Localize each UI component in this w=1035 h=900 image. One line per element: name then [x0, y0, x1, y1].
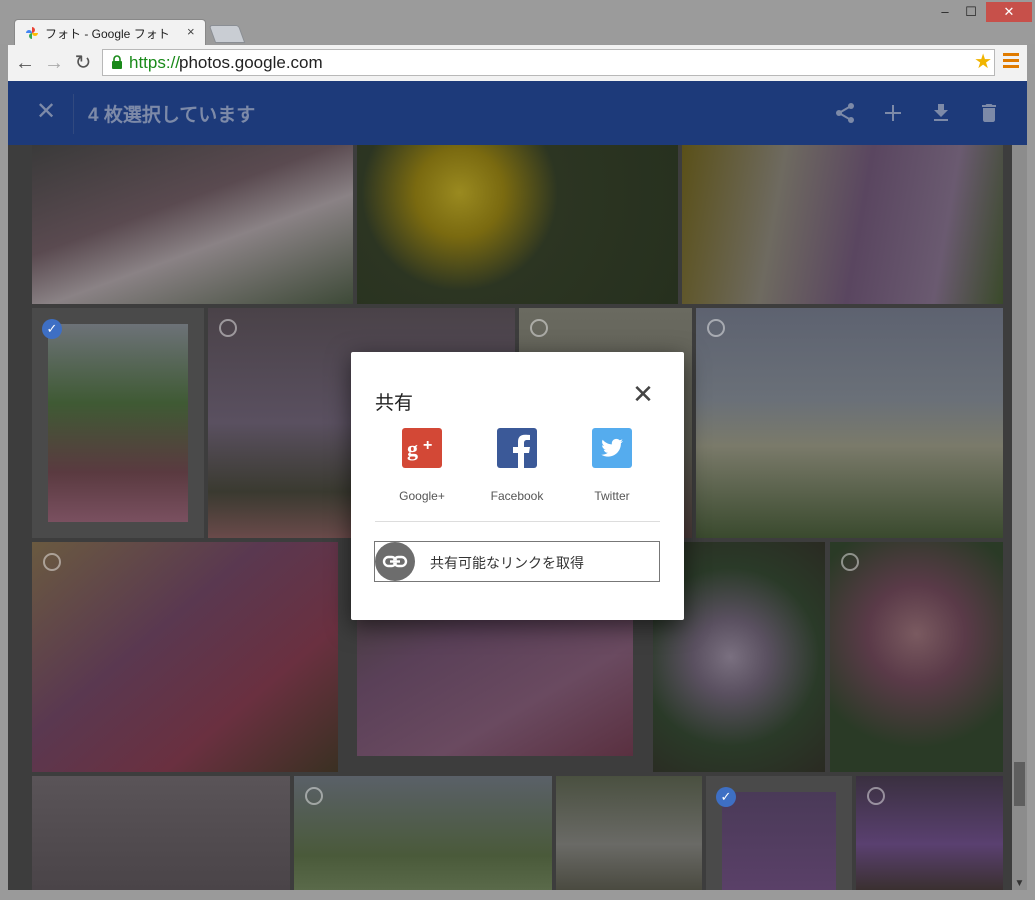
svg-text:+: + — [423, 437, 432, 454]
share-twitter-button[interactable]: Twitter — [572, 428, 652, 503]
address-bar[interactable]: https:// photos.google.com ★ — [102, 49, 995, 76]
photo-tile[interactable] — [556, 776, 702, 890]
minimize-button[interactable]: ‒ — [932, 2, 958, 22]
photo-tile[interactable] — [357, 145, 678, 304]
share-option-label: Twitter — [594, 489, 630, 503]
photo-tile[interactable] — [32, 542, 338, 772]
get-link-label: 共有可能なリンクを取得 — [430, 555, 584, 571]
share-option-label: Facebook — [490, 489, 544, 503]
share-icon[interactable] — [833, 101, 857, 125]
share-option-label: Google+ — [399, 489, 445, 503]
select-circle-icon[interactable] — [867, 787, 885, 805]
get-shareable-link-button[interactable]: 共有可能なリンクを取得 — [374, 541, 660, 582]
photo-tile[interactable] — [696, 308, 1003, 538]
share-dialog: 共有 ✕ g + Google+ Facebook Twitter 共有可能なリ… — [351, 352, 684, 620]
selected-check-icon[interactable]: ✓ — [42, 319, 62, 339]
tab-close-icon[interactable]: × — [187, 24, 195, 39]
select-circle-icon[interactable] — [43, 553, 61, 571]
tab-title: フォト - Google フォト — [45, 27, 170, 41]
url-scheme: https:// — [129, 53, 181, 72]
back-arrow-icon[interactable]: ← — [14, 52, 36, 74]
svg-text:g: g — [407, 436, 418, 461]
close-icon[interactable]: ✕ — [631, 381, 655, 407]
forward-arrow-icon[interactable]: → — [43, 52, 65, 74]
link-icon — [375, 542, 415, 581]
bookmark-star-icon[interactable]: ★ — [974, 51, 992, 73]
add-icon[interactable] — [881, 101, 905, 125]
dialog-title: 共有 — [375, 393, 414, 414]
scrollbar-thumb[interactable] — [1014, 762, 1025, 806]
select-circle-icon[interactable] — [841, 553, 859, 571]
url-host: photos.google.com — [179, 53, 323, 72]
download-icon[interactable] — [929, 101, 953, 125]
photo-tile[interactable] — [294, 776, 552, 890]
facebook-icon — [497, 428, 537, 468]
selection-count: 4 枚選択しています — [88, 105, 256, 126]
close-icon[interactable]: ✕ — [36, 100, 58, 124]
share-facebook-button[interactable]: Facebook — [477, 428, 557, 503]
twitter-icon — [592, 428, 632, 468]
window-close-button[interactable]: ✕ — [986, 2, 1032, 22]
photo-tile[interactable] — [32, 145, 353, 304]
photo-tile[interactable] — [682, 145, 1003, 304]
photo-tile[interactable] — [32, 776, 290, 890]
lock-icon — [112, 55, 122, 69]
select-circle-icon[interactable] — [305, 787, 323, 805]
select-circle-icon[interactable] — [219, 319, 237, 337]
google-plus-icon: g + — [402, 428, 442, 468]
reload-icon[interactable]: ↻ — [72, 52, 94, 74]
google-photos-icon — [26, 27, 38, 39]
photo-tile[interactable] — [830, 542, 1003, 772]
maximize-button[interactable]: ☐ — [958, 2, 984, 22]
dialog-divider — [375, 521, 660, 522]
browser-menu-icon[interactable] — [1003, 53, 1019, 71]
scroll-down-arrow-icon[interactable]: ▼ — [1012, 877, 1027, 890]
select-circle-icon[interactable] — [530, 319, 548, 337]
header-divider — [73, 94, 74, 134]
selected-check-icon[interactable]: ✓ — [716, 787, 736, 807]
select-circle-icon[interactable] — [707, 319, 725, 337]
share-google-plus-button[interactable]: g + Google+ — [382, 428, 462, 503]
browser-tab[interactable]: フォト - Google フォト × — [14, 19, 206, 46]
delete-icon[interactable] — [977, 101, 1001, 125]
photo-tile[interactable] — [722, 792, 836, 890]
new-tab-button[interactable] — [208, 25, 246, 43]
photo-tile[interactable] — [48, 324, 188, 522]
